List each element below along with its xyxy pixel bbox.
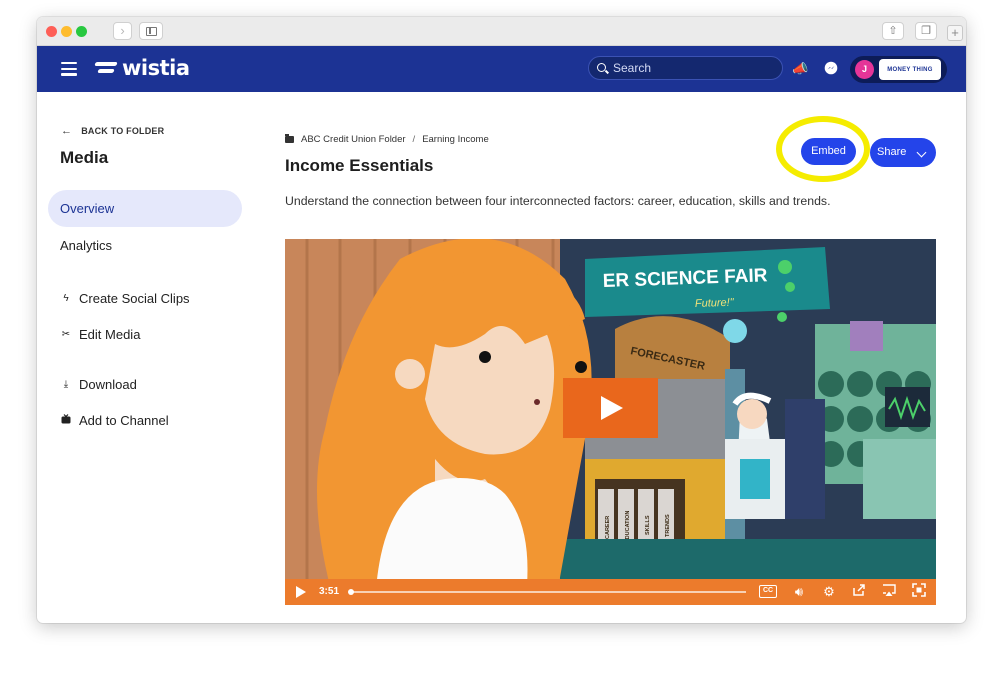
- wistia-logo[interactable]: wistia: [94, 56, 190, 80]
- account-brand-logo: MONEY THING: [879, 59, 941, 80]
- video-duration: 3:51: [319, 586, 340, 597]
- back-to-folder-label: BACK TO FOLDER: [81, 126, 165, 136]
- share-video-icon[interactable]: [851, 583, 867, 601]
- volume-icon[interactable]: 🔊︎: [791, 583, 807, 601]
- video-scrub-handle[interactable]: [348, 589, 354, 595]
- chat-bubble-icon[interactable]: [823, 61, 839, 77]
- chevron-down-icon: [916, 147, 927, 158]
- avatar: J: [855, 60, 874, 79]
- scissors-icon: ✂: [61, 329, 71, 340]
- sidebar-item-create-social-clips[interactable]: ϟ Create Social Clips: [61, 291, 190, 306]
- maximize-window-button[interactable]: [76, 26, 87, 37]
- sidebar-item-analytics[interactable]: Analytics: [48, 227, 242, 264]
- fullscreen-icon[interactable]: [911, 583, 927, 601]
- lightning-icon: ϟ: [63, 293, 69, 304]
- browser-titlebar: ‹ › ⇧ ❐ +: [37, 17, 966, 68]
- tab-overview-icon[interactable]: ❐: [915, 22, 937, 40]
- play-control-icon[interactable]: [296, 586, 306, 598]
- sidebar-item-add-to-channel[interactable]: Add to Channel: [61, 413, 169, 428]
- sidebar-item-label: Add to Channel: [79, 413, 169, 428]
- closed-captions-button[interactable]: CC: [759, 585, 777, 598]
- video-control-bar: 3:51 CC 🔊︎ ⚙: [285, 579, 936, 605]
- menu-icon[interactable]: [61, 62, 77, 76]
- play-icon: [601, 396, 623, 420]
- app-topbar: wistia Search 📣 J MONEY THING: [37, 46, 966, 92]
- share-sheet-icon[interactable]: ⇧: [882, 22, 904, 40]
- account-switcher[interactable]: J MONEY THING: [850, 56, 947, 83]
- sidebar-title: Media: [60, 148, 109, 167]
- sidebar-item-label: Download: [79, 377, 137, 392]
- new-tab-button[interactable]: +: [947, 25, 963, 41]
- sidebar-item-edit-media[interactable]: ✂ Edit Media: [61, 327, 141, 342]
- breadcrumb: ABC Credit Union Folder / Earning Income: [285, 134, 489, 145]
- jar-label-education: EDUCATION: [625, 511, 631, 543]
- browser-forward-button[interactable]: ›: [113, 22, 132, 40]
- share-button-label: Share: [877, 146, 907, 158]
- share-button[interactable]: Share: [870, 138, 936, 167]
- search-icon: [597, 63, 606, 72]
- megaphone-icon[interactable]: 📣: [792, 61, 808, 77]
- logo-text: wistia: [122, 56, 190, 80]
- airplay-icon[interactable]: [881, 583, 897, 601]
- browser-window: ‹ › ⇧ ❐ + wistia Search 📣 J MONEY THING: [37, 17, 966, 623]
- sidebar-item-download[interactable]: ⤓ Download: [61, 377, 137, 392]
- video-scrub-bar[interactable]: [349, 591, 746, 593]
- sidebar-item-label: Edit Media: [79, 327, 141, 342]
- jar-label-trends: TRENDS: [665, 514, 671, 537]
- science-fair-subtitle: Future!": [695, 297, 735, 310]
- media-description: Understand the connection between four i…: [285, 194, 831, 208]
- back-to-folder-link[interactable]: ← BACK TO FOLDER: [61, 125, 164, 137]
- page-title: Income Essentials: [285, 156, 434, 175]
- sidebar-item-overview[interactable]: Overview: [48, 190, 242, 227]
- jar-label-career: CAREER: [605, 516, 611, 539]
- search-placeholder: Search: [613, 61, 652, 75]
- embed-button[interactable]: Embed: [801, 138, 856, 165]
- tv-icon: [61, 414, 71, 427]
- sidebar-item-label: Create Social Clips: [79, 291, 190, 306]
- jar-label-skills: SKILLS: [645, 515, 651, 535]
- wistia-logo-mark-icon: [94, 60, 119, 76]
- breadcrumb-subfolder-link[interactable]: Earning Income: [422, 134, 489, 145]
- breadcrumb-folder-link[interactable]: ABC Credit Union Folder: [301, 134, 406, 145]
- folder-icon: [285, 134, 294, 143]
- video-play-button[interactable]: [563, 378, 658, 438]
- breadcrumb-separator: /: [412, 134, 416, 145]
- video-player[interactable]: ER SCIENCE FAIR Future!" FORECASTER CARE…: [285, 239, 936, 605]
- sidebar-toggle-icon[interactable]: [139, 22, 163, 40]
- download-icon: ⤓: [63, 379, 69, 390]
- arrow-left-icon: ←: [61, 125, 73, 137]
- minimize-window-button[interactable]: [61, 26, 72, 37]
- close-window-button[interactable]: [46, 26, 57, 37]
- search-input[interactable]: Search: [588, 56, 783, 80]
- settings-gear-icon[interactable]: ⚙: [821, 583, 837, 601]
